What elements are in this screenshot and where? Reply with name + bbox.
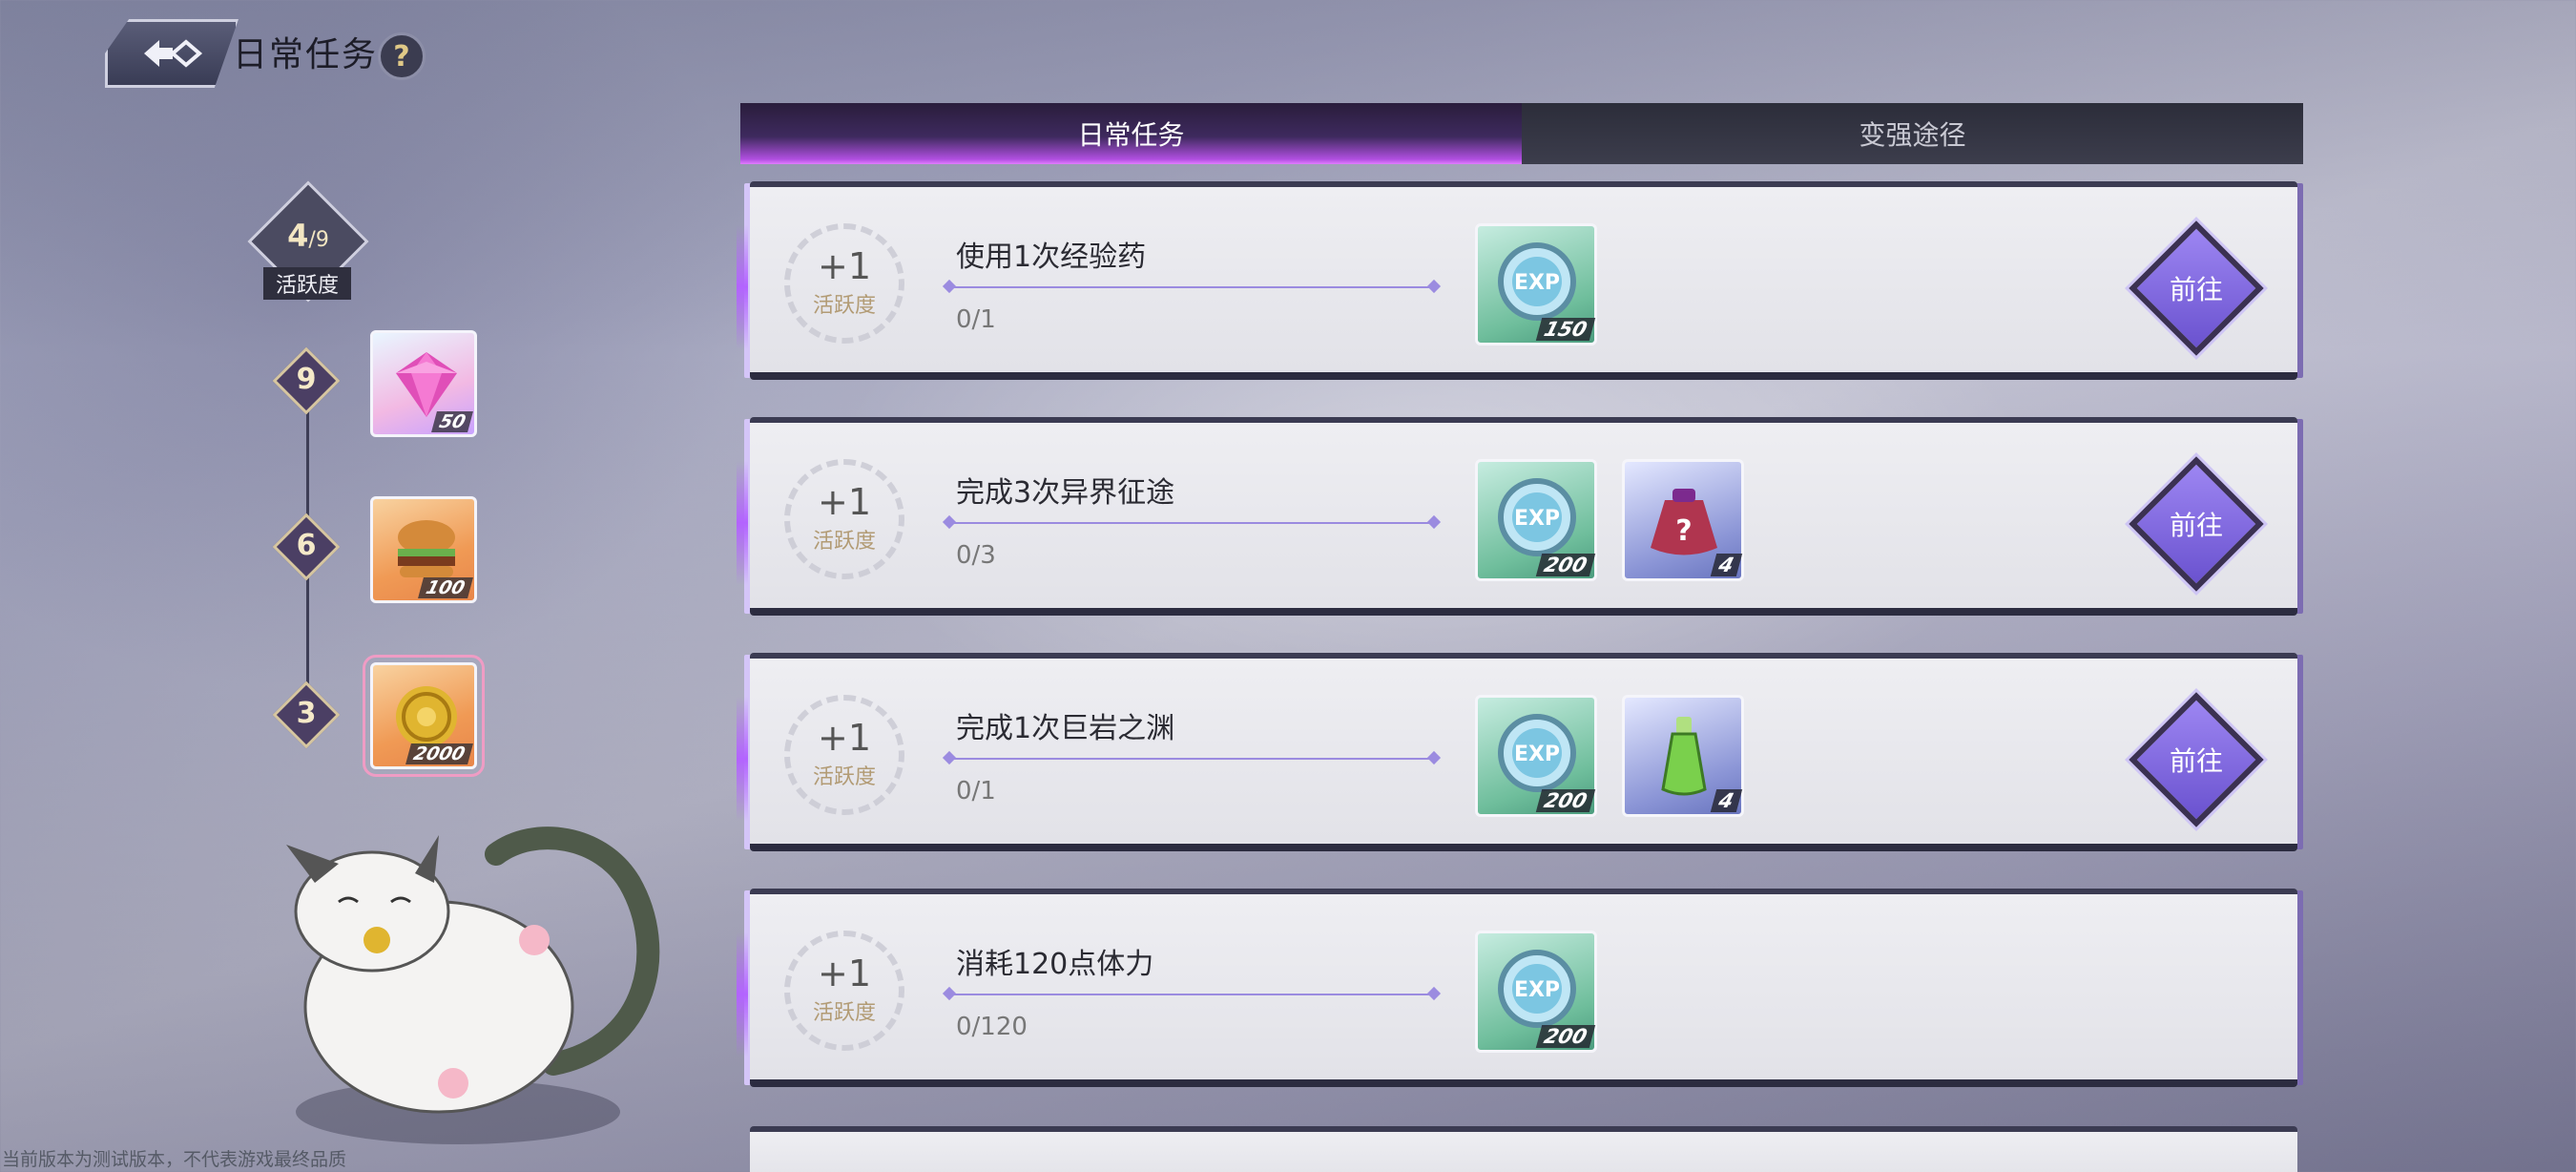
- reward-item[interactable]: EXP 200: [1475, 695, 1597, 817]
- reward-quantity: 200: [1535, 1025, 1596, 1048]
- task-card: +1 活跃度 使用1次经验药 0/1 EXP 150 前往: [737, 181, 2297, 380]
- page-title: 日常任务: [233, 35, 379, 74]
- milestone-reward-diamond[interactable]: 50: [370, 330, 477, 437]
- help-button[interactable]: ?: [378, 32, 426, 80]
- task-title: 消耗120点体力: [956, 948, 1154, 981]
- task-card: +1 活跃度 完成3次异界征途 0/3 EXP 200 ? 4 前往: [737, 417, 2297, 616]
- activity-points-label: 活跃度: [812, 765, 876, 789]
- tab-daily-tasks[interactable]: 日常任务: [740, 103, 1522, 164]
- task-card: +1 活跃度 完成1次巨岩之渊 0/1 EXP 200 4 前往: [737, 653, 2297, 851]
- tab-bar: 日常任务 变强途径: [740, 103, 2303, 164]
- reward-quantity: 100: [418, 577, 473, 598]
- reward-quantity: 4: [1711, 554, 1743, 576]
- task-title: 使用1次经验药: [956, 241, 1147, 274]
- reward-quantity: 50: [430, 411, 473, 432]
- exp-token-icon: EXP: [1498, 714, 1576, 792]
- disclaimer-text: 当前版本为测试版本，不代表游戏最终品质: [2, 1149, 347, 1170]
- reward-item[interactable]: EXP 200: [1475, 459, 1597, 581]
- activity-points-label: 活跃度: [812, 1001, 876, 1025]
- reward-item[interactable]: ? 4: [1622, 459, 1744, 581]
- activity-points-emblem: +1 活跃度: [784, 223, 904, 344]
- task-card: +1 活跃度 消耗120点体力 0/120 EXP 200: [737, 889, 2297, 1087]
- task-divider: [948, 522, 1435, 524]
- activity-points-emblem: +1 活跃度: [784, 695, 904, 815]
- green-potion-icon: [1661, 717, 1707, 796]
- svg-text:?: ?: [1675, 514, 1692, 548]
- reward-quantity: 200: [1535, 789, 1596, 812]
- mascot-cat-image: [286, 827, 660, 1144]
- svg-text:EXP: EXP: [1514, 978, 1560, 1002]
- task-divider: [948, 758, 1435, 760]
- activity-points-emblem: +1 活跃度: [784, 459, 904, 579]
- reward-quantity: 2000: [405, 743, 473, 764]
- exp-token-icon: EXP: [1498, 950, 1576, 1028]
- activity-points: +1: [817, 245, 872, 287]
- go-button-label: 前往: [2169, 274, 2223, 305]
- reward-item[interactable]: EXP 150: [1475, 223, 1597, 345]
- task-card-partial: [750, 1126, 2297, 1172]
- task-progress: 0/120: [956, 1013, 1028, 1041]
- activity-points-label: 活跃度: [812, 530, 876, 554]
- activity-points: +1: [817, 481, 872, 523]
- task-progress: 0/1: [956, 305, 996, 334]
- task-title: 完成1次巨岩之渊: [956, 712, 1175, 745]
- task-divider: [948, 286, 1435, 288]
- milestone-level: 9: [296, 363, 317, 396]
- task-progress: 0/3: [956, 541, 996, 570]
- activity-points: +1: [817, 717, 872, 759]
- svg-text:EXP: EXP: [1514, 271, 1560, 295]
- go-button-label: 前往: [2169, 510, 2223, 541]
- activity-points-emblem: +1 活跃度: [784, 931, 904, 1051]
- svg-text:EXP: EXP: [1514, 507, 1560, 531]
- exp-token-icon: EXP: [1498, 242, 1576, 321]
- activity-points-label: 活跃度: [812, 294, 876, 318]
- reward-quantity: 200: [1535, 554, 1596, 576]
- activity-label: 活跃度: [263, 267, 351, 300]
- go-button-label: 前往: [2169, 745, 2223, 777]
- back-arrow-icon: [144, 39, 203, 68]
- milestone-level: 3: [296, 697, 317, 730]
- task-divider: [948, 994, 1435, 995]
- svg-text:EXP: EXP: [1514, 743, 1560, 766]
- task-progress: 0/1: [956, 777, 996, 806]
- task-title: 完成3次异界征途: [956, 476, 1175, 510]
- reward-quantity: 150: [1535, 318, 1596, 341]
- reward-item[interactable]: EXP 200: [1475, 931, 1597, 1053]
- activity-count: 4/9: [287, 218, 329, 254]
- milestone-reward-coin[interactable]: 2000: [363, 655, 485, 777]
- go-button[interactable]: 前往: [2129, 692, 2264, 827]
- mystery-bag-icon: ?: [1651, 489, 1717, 555]
- reward-item[interactable]: 4: [1622, 695, 1744, 817]
- reward-quantity: 4: [1711, 789, 1743, 812]
- milestone-level: 6: [296, 529, 317, 562]
- activity-points: +1: [817, 952, 872, 994]
- go-button[interactable]: 前往: [2129, 220, 2264, 356]
- go-button[interactable]: 前往: [2129, 456, 2264, 592]
- milestone-reward-burger[interactable]: 100: [370, 496, 477, 603]
- exp-token-icon: EXP: [1498, 478, 1576, 556]
- tab-power-up[interactable]: 变强途径: [1522, 103, 2303, 164]
